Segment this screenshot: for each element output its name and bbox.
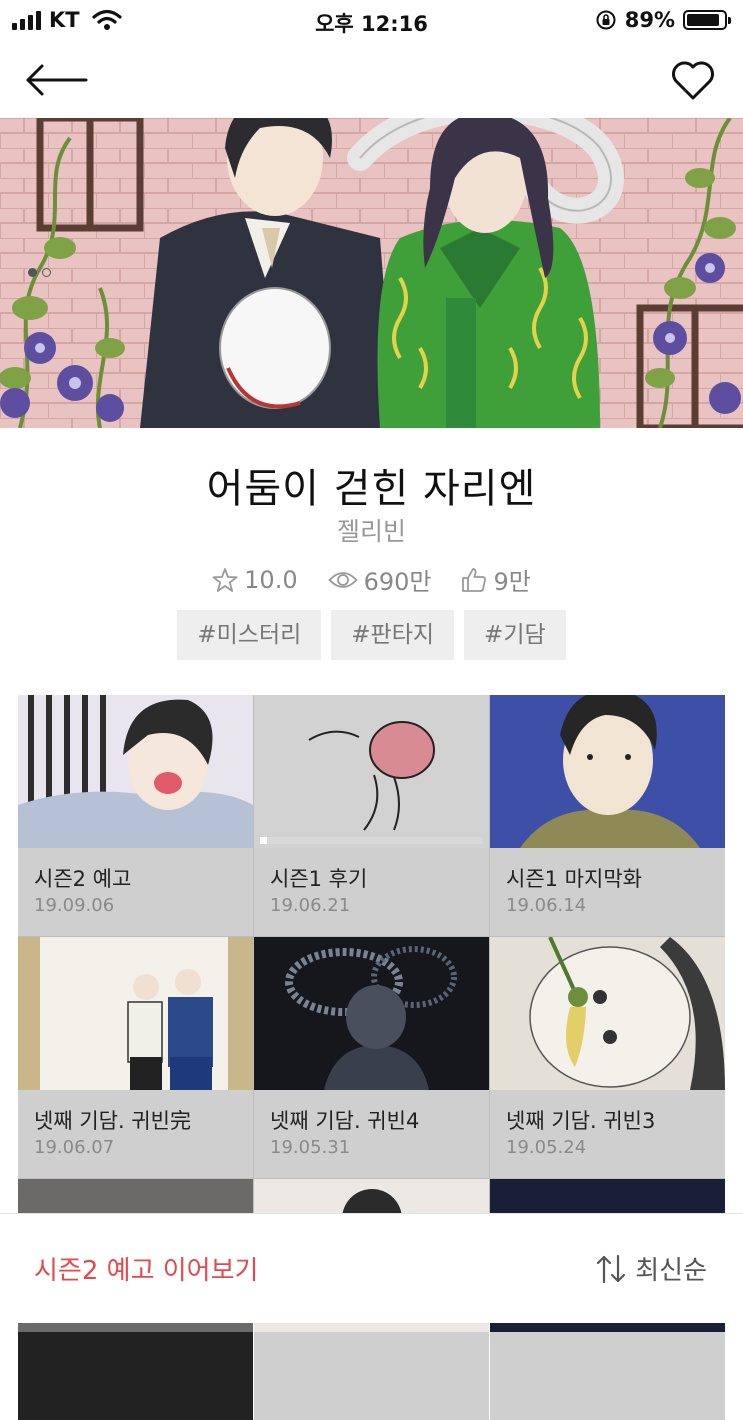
sort-toggle-button[interactable]: 최신순 (595, 1250, 707, 1287)
hero-banner[interactable] (0, 118, 743, 428)
battery-icon (683, 10, 731, 30)
episode-date: 19.05.31 (270, 1137, 351, 1158)
episode-card[interactable]: 넷째 기담. 귀빈完 19.06.07 (18, 937, 253, 1178)
sort-arrows-icon (597, 1254, 626, 1283)
episode-date: 19.06.07 (34, 1137, 115, 1158)
episode-title: 시즌1 후기 (270, 867, 368, 891)
top-nav (0, 40, 743, 120)
tag-chip[interactable]: #미스터리 (177, 610, 322, 660)
episode-card[interactable]: 시즌2 예고 19.09.06 (18, 695, 253, 936)
episode-title: 넷째 기담. 귀빈完 (34, 1109, 191, 1133)
back-arrow-icon[interactable] (24, 62, 88, 98)
likes-stat: 9만 (461, 562, 531, 597)
series-title: 어둠이 걷힌 자리엔 (206, 466, 537, 512)
episode-card[interactable]: 넷째 기담. 귀빈4 19.05.31 (254, 937, 489, 1178)
likes-value: 9만 (493, 568, 531, 596)
eye-icon (327, 571, 358, 588)
episode-card[interactable]: 넷째 기담. 귀빈3 19.05.24 (490, 937, 725, 1178)
star-icon (212, 567, 238, 592)
banner-pager (28, 268, 51, 277)
pager-dot (42, 268, 51, 277)
episode-date: 19.06.21 (270, 895, 351, 916)
tag-chip[interactable]: #기담 (464, 610, 566, 660)
episode-grid: 시즌2 예고 19.09.06 시즌1 후기 19.06.21 시즌1 마지막화… (18, 695, 725, 1420)
continue-reading-button[interactable]: 시즌2 예고 이어보기 (34, 1250, 258, 1287)
series-stats: 10.0 690만 9만 (0, 562, 743, 597)
episode-title: 시즌2 예고 (34, 867, 132, 891)
pager-dot (28, 268, 37, 277)
genre-tags: #미스터리 #판타지 #기담 (0, 610, 743, 660)
episode-date: 19.09.06 (34, 895, 115, 916)
episode-title: 시즌1 마지막화 (506, 867, 642, 891)
episode-thumbnail (490, 937, 725, 1090)
episode-title: 넷째 기담. 귀빈3 (506, 1109, 656, 1133)
status-bar: KT 오후 12:16 89% (0, 0, 743, 40)
episode-date: 19.06.14 (506, 895, 587, 916)
episode-thumbnail (18, 695, 253, 848)
series-author[interactable]: 젤리빈 (0, 512, 743, 548)
hero-illustration (0, 118, 743, 428)
battery-percent: 89% (624, 8, 675, 32)
thumbs-up-icon (462, 567, 487, 592)
episode-thumbnail (18, 937, 253, 1090)
episode-thumbnail (254, 695, 489, 848)
episode-date: 19.05.24 (506, 1137, 587, 1158)
rating-value: 10.0 (244, 565, 298, 594)
views-value: 690만 (363, 568, 432, 596)
episode-card[interactable]: 시즌1 후기 19.06.21 (254, 695, 489, 936)
episode-card[interactable]: 시즌1 마지막화 19.06.14 (490, 695, 725, 936)
episode-thumbnail (254, 937, 489, 1090)
episode-thumbnail (490, 695, 725, 848)
episode-title: 넷째 기담. 귀빈4 (270, 1109, 420, 1133)
bottom-action-bar: 시즌2 예고 이어보기 최신순 (0, 1213, 743, 1323)
episode-progress-bar (260, 837, 483, 844)
rotation-lock-icon (596, 10, 616, 30)
favorite-heart-icon[interactable] (669, 56, 717, 104)
sort-label: 최신순 (635, 1256, 707, 1286)
tag-chip[interactable]: #판타지 (331, 610, 455, 660)
rating-stat: 10.0 (212, 562, 298, 597)
views-stat: 690만 (327, 562, 432, 597)
